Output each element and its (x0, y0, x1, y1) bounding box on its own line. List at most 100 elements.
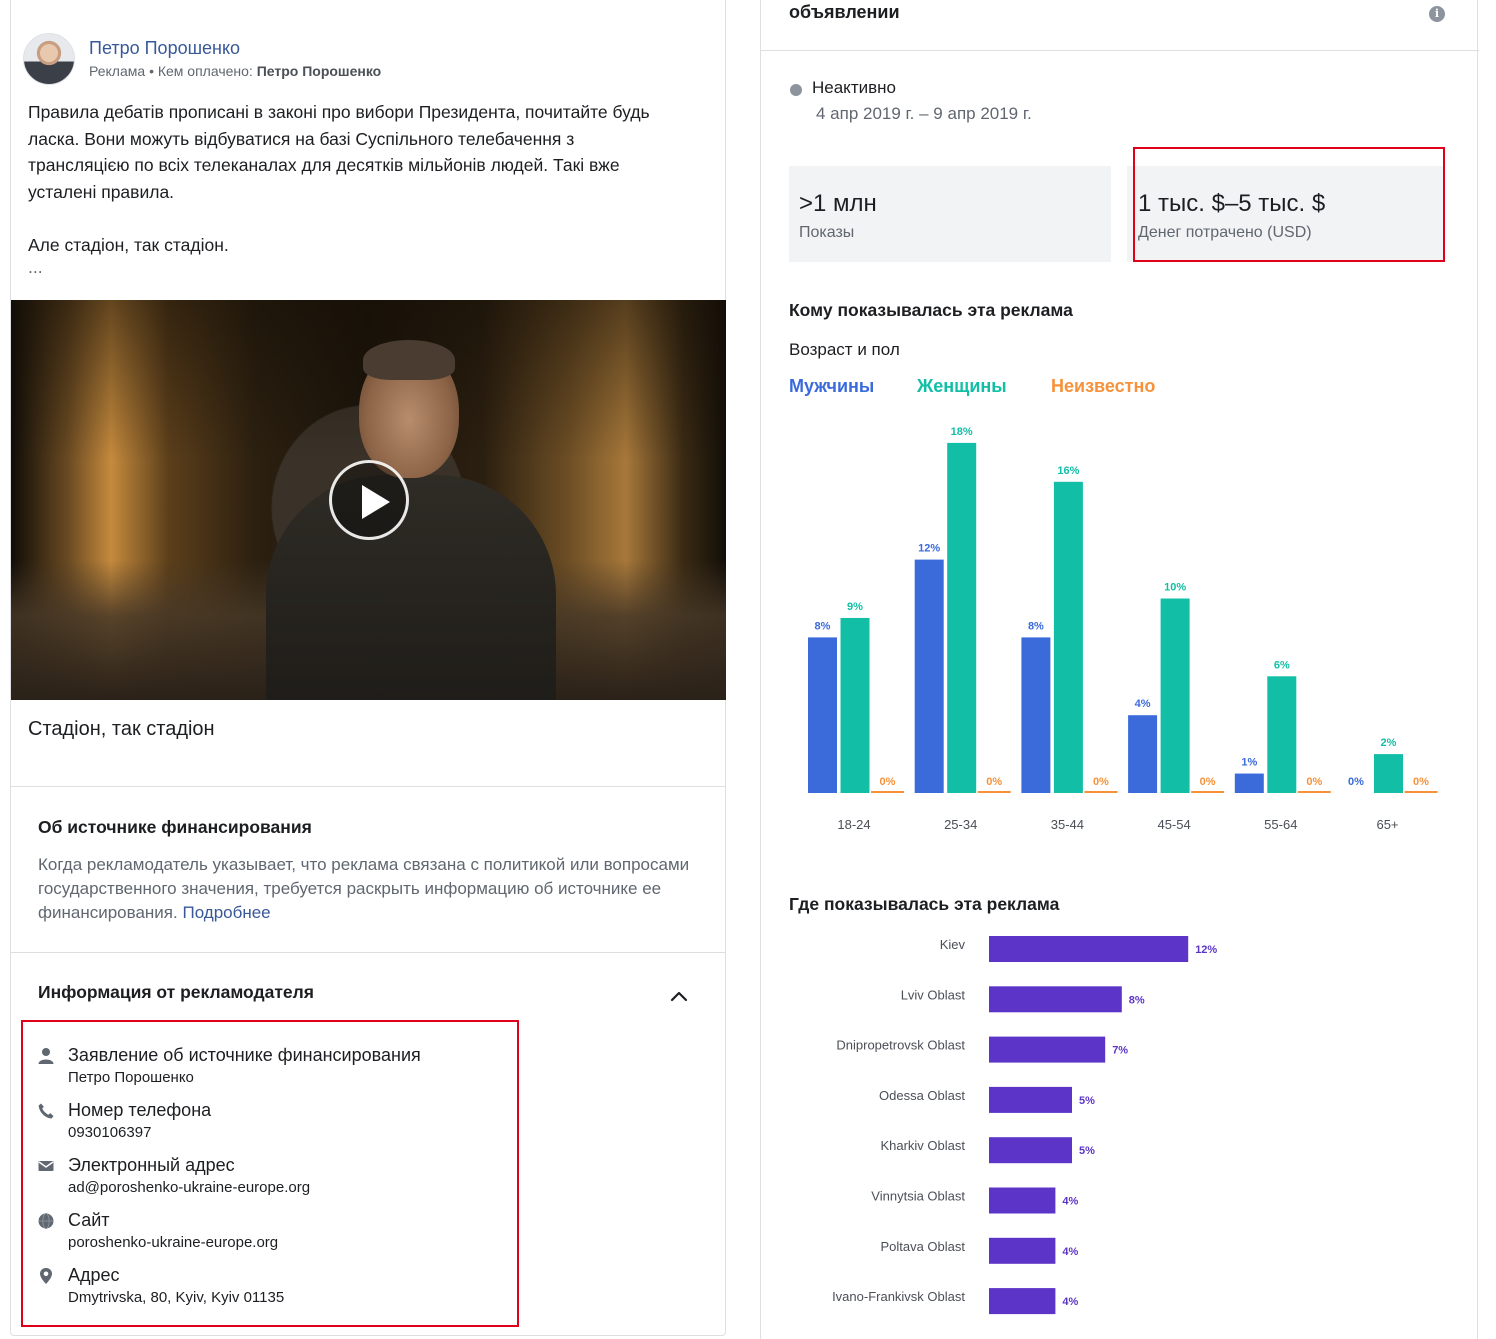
region-bar (989, 1187, 1056, 1214)
funding-description: Когда рекламодатель указывает, что рекла… (38, 853, 698, 925)
bar-unknown-65+ (1404, 791, 1438, 793)
info-value[interactable]: poroshenko-ukraine-europe.org (68, 1233, 278, 1253)
data-label: 9% (847, 601, 863, 613)
spend-highlight (1133, 147, 1445, 262)
advertiser-info-highlight: Заявление об источнике финансирования Пе… (21, 1020, 519, 1327)
bar-women-55-64 (1267, 676, 1297, 793)
data-label: 5% (1079, 1145, 1095, 1157)
page-name-link[interactable]: Петро Порошенко (89, 37, 381, 59)
video-player[interactable] (11, 300, 726, 700)
bar-women-25-34 (947, 442, 977, 793)
divider (11, 786, 726, 787)
data-label: 8% (815, 620, 831, 632)
impressions-label: Показы (799, 224, 855, 241)
status-text: Неактивно (812, 78, 896, 97)
info-value: Dmytrivska, 80, Kyiv, Kyiv 01135 (68, 1289, 285, 1306)
ad-details-panel: объявлении i Неактивно 4 апр 2019 г. – 9… (760, 0, 1479, 1339)
data-label: 8% (1028, 620, 1044, 632)
play-icon[interactable] (329, 460, 409, 540)
bar-men-55-64 (1234, 773, 1264, 793)
envelope-icon (38, 1161, 54, 1171)
region-label: Poltava Oblast (880, 1239, 965, 1254)
region-label: Odessa Oblast (879, 1088, 965, 1103)
info-icon[interactable]: i (1429, 6, 1445, 22)
learn-more-link[interactable]: Подробнее (182, 903, 270, 922)
region-label: Ivano-Frankivsk Oblast (832, 1289, 965, 1304)
region-title: Где показывалась эта реклама (789, 894, 1060, 914)
data-label: 0% (1306, 776, 1322, 788)
bar-unknown-25-34 (977, 791, 1011, 793)
legend-women[interactable]: Женщины (917, 376, 1007, 397)
bar-women-35-44 (1053, 481, 1083, 793)
data-label: 0% (1093, 776, 1109, 788)
region-bar (989, 1237, 1056, 1264)
globe-icon (38, 1213, 54, 1229)
impressions-box: >1 млн Показы (789, 166, 1111, 262)
age-gender-title: Возраст и пол (789, 340, 900, 359)
region-label: Dnipropetrovsk Oblast (836, 1038, 965, 1053)
post-text-line: трансляцією по всіх телеканалах для деся… (28, 155, 620, 175)
tick-label: 18-24 (837, 817, 870, 832)
status-dot-icon (790, 84, 802, 96)
region-bar (989, 936, 1189, 962)
info-value: Петро Порошенко (68, 1069, 194, 1086)
avatar[interactable] (23, 33, 75, 85)
info-item-funding-statement: Заявление об источнике финансирования Пе… (37, 1044, 421, 1088)
info-item-website: Сайт poroshenko-ukraine-europe.org (37, 1209, 278, 1253)
region-bar (989, 1288, 1056, 1315)
bar-unknown-35-44 (1084, 791, 1118, 793)
phone-icon (38, 1103, 54, 1119)
info-value: 0930106397 (68, 1124, 152, 1141)
info-item-address: Адрес Dmytrivska, 80, Kyiv, Kyiv 01135 (37, 1264, 284, 1308)
data-label: 4% (1135, 698, 1151, 710)
region-bar (989, 1137, 1072, 1164)
sponsored-label: Реклама (89, 63, 146, 79)
data-label: 8% (1129, 994, 1145, 1006)
data-label: 2% (1381, 737, 1397, 749)
video-caption: Стадіон, так стадіон (28, 718, 215, 740)
region-chart: Kiev 12% Lviv Oblast 8% Dnipropetrovsk Oblas… (832, 936, 1217, 1315)
bar-men-18-24 (808, 637, 837, 793)
post-text-line: Правила дебатів прописані в законі про в… (28, 102, 650, 122)
data-label: 16% (1057, 465, 1079, 477)
region-label: Vinnytsia Oblast (871, 1189, 965, 1204)
info-label: Адрес (68, 1265, 120, 1285)
data-label: 12% (918, 543, 940, 555)
bar-women-65+ (1374, 754, 1403, 793)
chevron-up-icon[interactable] (668, 985, 690, 1007)
data-label: 0% (1348, 776, 1364, 788)
advertiser-info-title[interactable]: Информация от рекламодателя (38, 982, 314, 1003)
legend-men[interactable]: Мужчины (789, 376, 874, 397)
data-label: 5% (1079, 1095, 1095, 1107)
data-label: 0% (986, 776, 1002, 788)
bar-women-18-24 (840, 617, 870, 793)
location-pin-icon (40, 1268, 52, 1284)
data-label: 6% (1274, 659, 1290, 671)
info-item-email: Электронный адрес ad@poroshenko-ukraine-… (37, 1154, 310, 1198)
info-item-phone: Номер телефона 0930106397 (37, 1099, 211, 1143)
audience-title: Кому показывалась эта реклама (789, 300, 1073, 320)
bar-unknown-55-64 (1297, 791, 1331, 793)
video-frame-figure (266, 475, 556, 700)
region-bar (989, 1086, 1072, 1113)
data-label: 0% (1200, 776, 1216, 788)
see-more-ellipsis[interactable]: ... (28, 258, 708, 276)
age-gender-chart: 8% 9% 0% 18-24 12% 18% 0% 25-34 8% 16% 0% 35-44 4% 10… (808, 426, 1438, 832)
impressions-value: >1 млн (799, 190, 877, 217)
funding-section-title: Об источнике финансирования (38, 817, 312, 837)
bar-unknown-45-54 (1191, 791, 1225, 793)
tick-label: 35-44 (1051, 817, 1084, 832)
person-icon (38, 1048, 54, 1064)
post-text-line: Але стадіон, так стадіон. (28, 234, 229, 255)
funding-description-text: Когда рекламодатель указывает, что рекла… (38, 855, 690, 922)
region-label: Kharkiv Oblast (880, 1138, 965, 1153)
legend-unknown[interactable]: Неизвестно (1051, 376, 1155, 397)
tick-label: 25-34 (944, 817, 977, 832)
data-label: 4% (1062, 1296, 1078, 1308)
tick-label: 55-64 (1264, 817, 1297, 832)
info-label: Номер телефона (68, 1100, 212, 1120)
bar-men-35-44 (1021, 637, 1051, 793)
data-label: 18% (951, 426, 973, 438)
date-range: 4 апр 2019 г. – 9 апр 2019 г. (816, 104, 1032, 123)
info-value[interactable]: ad@poroshenko-ukraine-europe.org (68, 1178, 310, 1198)
